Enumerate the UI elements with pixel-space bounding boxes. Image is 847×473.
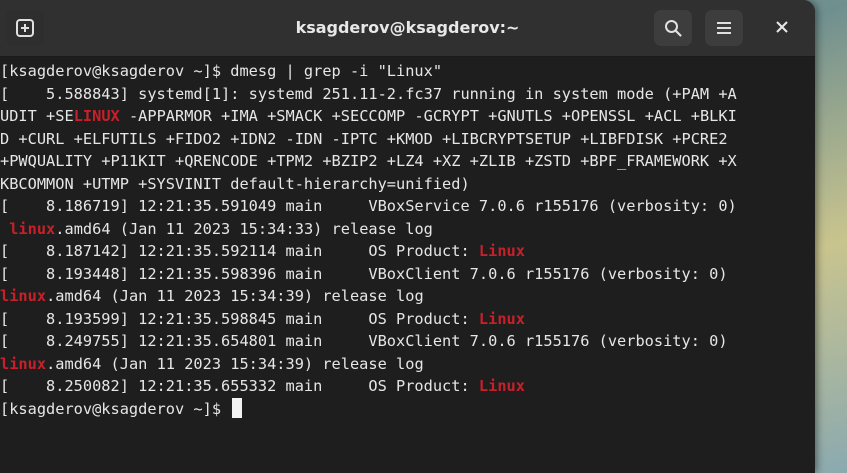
highlighted-match: linux: [0, 287, 47, 305]
terminal-text: -APPARMOR +IMA +SMACK +SECCOMP -GCRYPT +…: [119, 107, 737, 125]
terminal-text: [ 5.588843] systemd[1]: systemd 251.11-2…: [0, 84, 737, 103]
terminal-line: [ksagderov@ksagderov ~]$ dmesg | grep -i…: [0, 60, 815, 83]
terminal-text: [ 8.249755] 12:21:35.654801 main VBoxCli…: [0, 332, 728, 350]
terminal-line: [ 8.249755] 12:21:35.654801 main VBoxCli…: [0, 330, 815, 353]
hamburger-menu-icon: [714, 18, 734, 38]
terminal-text: KBCOMMON +UTMP +SYSVINIT default-hierarc…: [0, 174, 470, 193]
terminal-line: [ 5.588843] systemd[1]: systemd 251.11-2…: [0, 83, 815, 106]
highlighted-match: linux: [9, 219, 56, 238]
terminal-line: [ 8.193599] 12:21:35.598845 main OS Prod…: [0, 308, 815, 331]
title-bar[interactable]: ksagderov@ksagderov:~: [0, 0, 815, 57]
close-button[interactable]: [768, 14, 796, 42]
terminal-line: +PWQUALITY +P11KIT +QRENCODE +TPM2 +BZIP…: [0, 150, 815, 173]
highlighted-match: Linux: [478, 309, 525, 328]
terminal-text: [ksagderov@ksagderov ~]$ dmesg | grep -i…: [0, 62, 443, 80]
terminal-line: D +CURL +ELFUTILS +FIDO2 +IDN2 -IDN -IPT…: [0, 128, 815, 151]
search-icon: [663, 18, 683, 38]
text-cursor: [232, 397, 243, 418]
terminal-text: UDIT +SE: [0, 107, 74, 125]
terminal-text: [ 8.187142] 12:21:35.592114 main OS Prod…: [0, 242, 479, 260]
close-icon: [775, 19, 789, 38]
highlighted-match: LINUX: [73, 107, 120, 125]
highlighted-match: Linux: [478, 377, 525, 395]
terminal-line: KBCOMMON +UTMP +SYSVINIT default-hierarc…: [0, 173, 815, 196]
menu-button[interactable]: [705, 10, 743, 46]
terminal-line: [ksagderov@ksagderov ~]$: [0, 397, 815, 421]
terminal-text: .amd64 (Jan 11 2023 15:34:33) release lo…: [55, 219, 433, 238]
terminal-text: [ 8.193599] 12:21:35.598845 main OS Prod…: [0, 309, 479, 328]
terminal-line: UDIT +SELINUX -APPARMOR +IMA +SMACK +SEC…: [0, 105, 815, 128]
terminal-line: [ 8.186719] 12:21:35.591049 main VBoxSer…: [0, 195, 815, 218]
terminal-text: D +CURL +ELFUTILS +FIDO2 +IDN2 -IDN -IPT…: [0, 129, 728, 148]
terminal-line: linux.amd64 (Jan 11 2023 15:34:39) relea…: [0, 285, 815, 308]
highlighted-match: Linux: [478, 242, 525, 260]
terminal-line: linux.amd64 (Jan 11 2023 15:34:33) relea…: [0, 218, 815, 241]
terminal-text: [ksagderov@ksagderov ~]$: [0, 399, 231, 418]
search-button[interactable]: [654, 10, 692, 46]
terminal-line: [ 8.250082] 12:21:35.655332 main OS Prod…: [0, 375, 815, 398]
terminal-text: [ 8.186719] 12:21:35.591049 main VBoxSer…: [0, 197, 737, 215]
window-title: ksagderov@ksagderov:~: [295, 18, 520, 37]
terminal-text: .amd64 (Jan 11 2023 15:34:39) release lo…: [46, 287, 424, 305]
terminal-text: [ 8.193448] 12:21:35.598396 main VBoxCli…: [0, 264, 728, 283]
terminal-text: [ 8.250082] 12:21:35.655332 main OS Prod…: [0, 377, 479, 395]
terminal-line: [ 8.187142] 12:21:35.592114 main OS Prod…: [0, 240, 815, 263]
terminal-text: +PWQUALITY +P11KIT +QRENCODE +TPM2 +BZIP…: [0, 152, 737, 170]
highlighted-match: linux: [0, 354, 47, 373]
terminal-text: .amd64 (Jan 11 2023 15:34:39) release lo…: [46, 354, 424, 373]
new-tab-icon: [15, 18, 35, 38]
terminal-line: linux.amd64 (Jan 11 2023 15:34:39) relea…: [0, 353, 815, 376]
terminal-line: [ 8.193448] 12:21:35.598396 main VBoxCli…: [0, 263, 815, 286]
terminal-window: ksagderov@ksagderov:~ [ksagderov@ksagder…: [0, 0, 815, 473]
new-tab-button[interactable]: [6, 10, 44, 46]
terminal-output[interactable]: [ksagderov@ksagderov ~]$ dmesg | grep -i…: [0, 60, 815, 473]
